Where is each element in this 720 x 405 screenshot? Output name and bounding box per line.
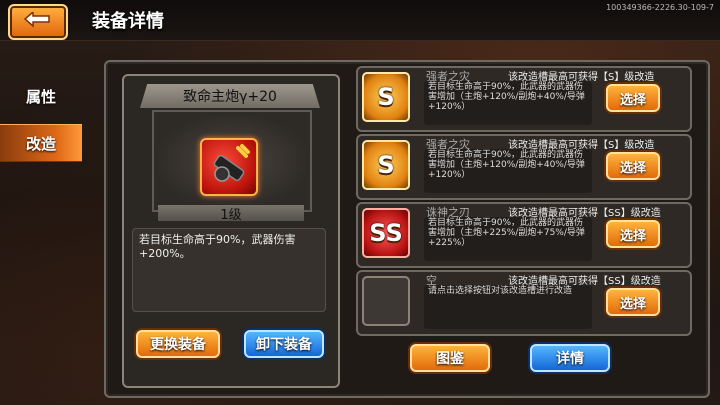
back-button[interactable] (8, 4, 68, 40)
details-button[interactable]: 详情 (530, 344, 610, 372)
cannon-graphic-icon (213, 144, 250, 182)
s-grade-badge-icon: S (362, 72, 410, 122)
cannon-icon[interactable] (200, 138, 258, 196)
equipment-level: 1级 (158, 205, 304, 223)
select-button[interactable]: 选择 (606, 288, 660, 316)
sidebar-item-label: 属性 (25, 87, 56, 106)
unequip-button[interactable]: 卸下装备 (244, 330, 324, 358)
back-arrow-icon (23, 12, 50, 28)
mod-slot-2: S 强者之灾 该改造槽最高可获得【S】级改造 若目标生命高于90%，此武器的武器… (356, 134, 692, 200)
id-text: 100349366-2226.30-109-7 (606, 3, 714, 12)
equipment-description: 若目标生命高于90%，武器伤害+200%。 (132, 228, 326, 312)
page-title: 装备详情 (92, 11, 164, 32)
select-button[interactable]: 选择 (606, 220, 660, 248)
ss-grade-badge-icon: SS (362, 208, 410, 258)
slot-description: 若目标生命高于90%，此武器的武器伤害增加（主炮+225%/副炮+75%/导弹+… (424, 217, 592, 261)
change-equipment-button[interactable]: 更换装备 (136, 330, 220, 358)
empty-slot-icon (362, 276, 410, 326)
sidebar-item-attributes[interactable]: 属性 (0, 78, 82, 114)
sidebar-item-label: 改造 (25, 134, 56, 153)
equipment-name: 致命主炮γ+20 (140, 84, 320, 108)
select-button[interactable]: 选择 (606, 152, 660, 180)
select-button[interactable]: 选择 (606, 84, 660, 112)
slot-description: 若目标生命高于90%，此武器的武器伤害增加（主炮+120%/副炮+40%/导弹+… (424, 81, 592, 125)
sidebar-item-modify[interactable]: 改造 (0, 124, 82, 162)
mod-slot-4: 空 该改造槽最高可获得【SS】级改造 请点击选择按钮对该改造槽进行改造 选择 (356, 270, 692, 336)
mod-slot-1: S 强者之灾 该改造槽最高可获得【S】级改造 若目标生命高于90%，此武器的武器… (356, 66, 692, 132)
catalog-button[interactable]: 图鉴 (410, 344, 490, 372)
slot-description: 若目标生命高于90%，此武器的武器伤害增加（主炮+120%/副炮+40%/导弹+… (424, 149, 592, 193)
s-grade-badge-icon: S (362, 140, 410, 190)
mod-slot-3: SS 诛神之刃 该改造槽最高可获得【SS】级改造 若目标生命高于90%，此武器的… (356, 202, 692, 268)
slot-description: 请点击选择按钮对该改造槽进行改造 (424, 285, 592, 329)
